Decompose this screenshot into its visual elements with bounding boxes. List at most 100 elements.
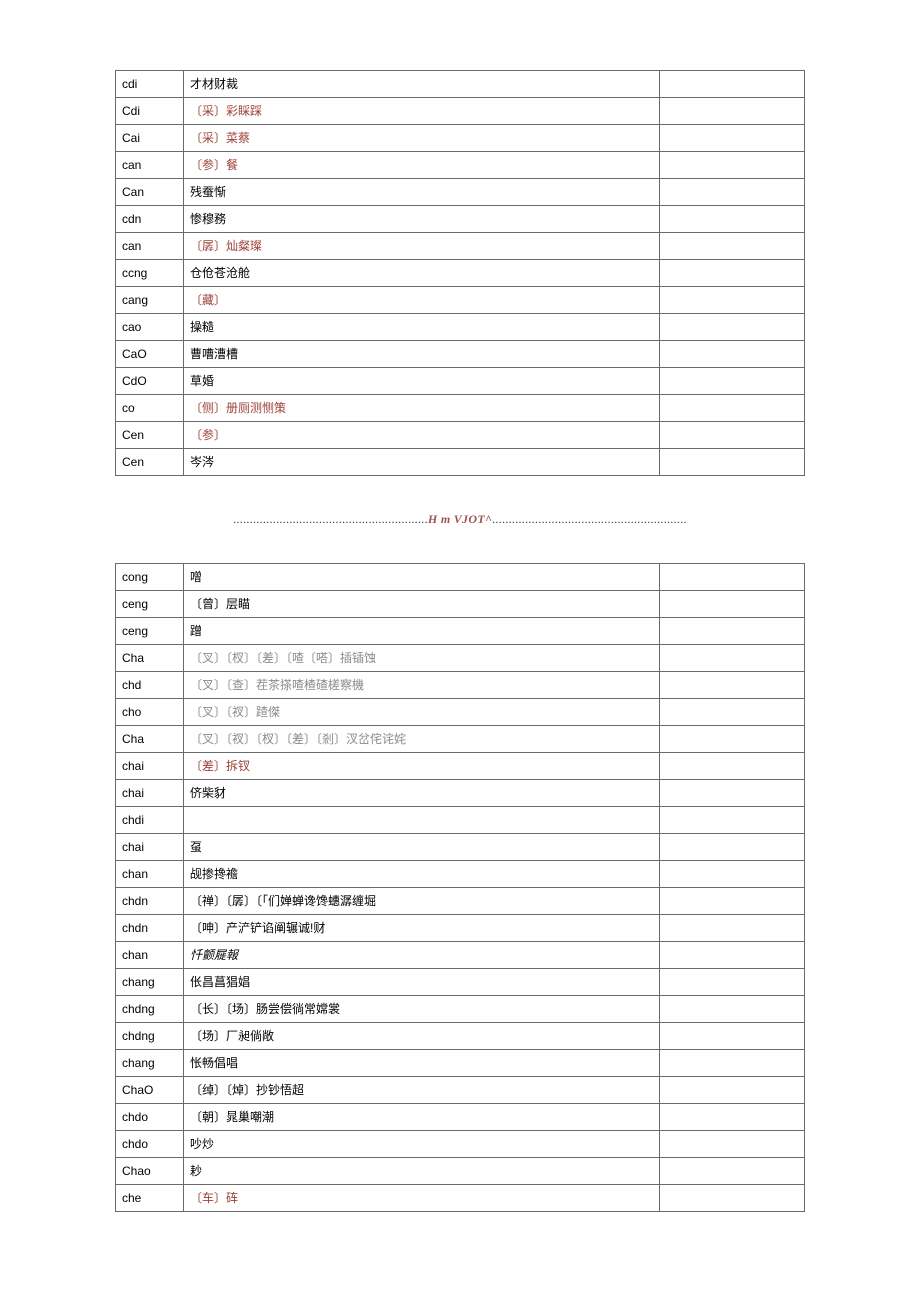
empty-cell [660,422,805,449]
hanzi-cell: 〔孱〕灿粲璨 [184,233,660,260]
empty-cell [660,98,805,125]
empty-cell [660,260,805,287]
pinyin-cell: ceng [116,618,184,645]
hanzi-cell: 〔绰〕〔焯〕抄钞悟超 [184,1077,660,1104]
table-row: chang伥昌菖猖娼 [116,969,805,996]
pinyin-cell: cang [116,287,184,314]
pinyin-cell: Cai [116,125,184,152]
hanzi-cell: 才材财裁 [184,71,660,98]
pinyin-cell: cdi [116,71,184,98]
pinyin-cell: chai [116,753,184,780]
hanzi-cell: 岑涔 [184,449,660,476]
pinyin-cell: Cdi [116,98,184,125]
empty-cell [660,726,805,753]
hanzi-cell: 〔参〕 [184,422,660,449]
pinyin-cell: Cha [116,645,184,672]
pinyin-cell: chdng [116,996,184,1023]
pinyin-cell: CaO [116,341,184,368]
empty-cell [660,152,805,179]
pinyin-cell: Can [116,179,184,206]
empty-cell [660,618,805,645]
hanzi-cell: 〔侧〕册厕测恻策 [184,395,660,422]
empty-cell [660,780,805,807]
table-row: chai虿 [116,834,805,861]
empty-cell [660,645,805,672]
hanzi-cell: 噌 [184,564,660,591]
hanzi-cell: 〔叉〕〔杈〕〔差〕〔喳〔嗒〕插锸蚀 [184,645,660,672]
pinyin-cell: cdn [116,206,184,233]
hanzi-cell: 伥昌菖猖娼 [184,969,660,996]
hanzi-cell: 忏颤屣報 [184,942,660,969]
table-row: Cai〔采〕菜蔡 [116,125,805,152]
hanzi-cell: 〔车〕砗 [184,1185,660,1212]
hanzi-cell: 〔采〕彩睬踩 [184,98,660,125]
table-row: Cdi〔采〕彩睬踩 [116,98,805,125]
table-row: ceng〔曾〕层瞄 [116,591,805,618]
empty-cell [660,314,805,341]
hanzi-cell: 残蚕惭 [184,179,660,206]
hanzi-cell: 〔叉〕〔衩〕〔杈〕〔差〕〔剎〕汊岔侘诧姹 [184,726,660,753]
empty-cell [660,672,805,699]
table-row: cao操糙 [116,314,805,341]
table-row: chdo吵炒 [116,1131,805,1158]
empty-cell [660,564,805,591]
pinyin-cell: Cen [116,422,184,449]
empty-cell [660,1158,805,1185]
empty-cell [660,591,805,618]
table-row: co〔侧〕册厕测恻策 [116,395,805,422]
empty-cell [660,1077,805,1104]
pinyin-cell: chdo [116,1131,184,1158]
pinyin-cell: che [116,1185,184,1212]
pinyin-cell: can [116,233,184,260]
hanzi-cell: 〔差〕拆钗 [184,753,660,780]
pinyin-cell: Cen [116,449,184,476]
pinyin-cell: chai [116,780,184,807]
empty-cell [660,1185,805,1212]
empty-cell [660,996,805,1023]
empty-cell [660,1050,805,1077]
table-row: chai侪柴豺 [116,780,805,807]
hanzi-cell: 吵炒 [184,1131,660,1158]
hanzi-cell: 虿 [184,834,660,861]
pinyin-cell: ccng [116,260,184,287]
empty-cell [660,1023,805,1050]
empty-cell [660,1104,805,1131]
hanzi-cell: 侪柴豺 [184,780,660,807]
table-row: Cha〔叉〕〔衩〕〔杈〕〔差〕〔剎〕汊岔侘诧姹 [116,726,805,753]
divider-dots-left: ........................................… [233,512,428,526]
table-row: chan忏颤屣報 [116,942,805,969]
pinyin-table-2: cong噌ceng〔曾〕层瞄ceng蹭Cha〔叉〕〔杈〕〔差〕〔喳〔嗒〕插锸蚀c… [115,563,805,1212]
pinyin-cell: chdo [116,1104,184,1131]
pinyin-cell: cao [116,314,184,341]
pinyin-cell: chdn [116,915,184,942]
table-row: can〔孱〕灿粲璨 [116,233,805,260]
table-row: cdi才材财裁 [116,71,805,98]
empty-cell [660,969,805,996]
table-row: cho〔叉〕〔衩〕蹅傑 [116,699,805,726]
hanzi-cell: 〔藏〕 [184,287,660,314]
empty-cell [660,395,805,422]
table-row: Cen〔参〕 [116,422,805,449]
empty-cell [660,861,805,888]
empty-cell [660,341,805,368]
hanzi-cell: 〔采〕菜蔡 [184,125,660,152]
hanzi-cell: 曹嘈漕槽 [184,341,660,368]
table-row: Cen岑涔 [116,449,805,476]
empty-cell [660,206,805,233]
hanzi-cell: 〔长〕〔场〕肠尝偿徜常嫦裳 [184,996,660,1023]
divider-dots-right: ........................................… [492,512,687,526]
empty-cell [660,368,805,395]
table-row: ccng仓伧苍沧舱 [116,260,805,287]
hanzi-cell: 觇掺搀襜 [184,861,660,888]
table-row: ChaO〔绰〕〔焯〕抄钞悟超 [116,1077,805,1104]
empty-cell [660,287,805,314]
hanzi-cell: 〔曾〕层瞄 [184,591,660,618]
section-divider: ........................................… [115,476,805,563]
table-row: chdng〔场〕厂昶倘敞 [116,1023,805,1050]
hanzi-cell: 蹭 [184,618,660,645]
table-row: chdi [116,807,805,834]
empty-cell [660,233,805,260]
table-row: Cha〔叉〕〔杈〕〔差〕〔喳〔嗒〕插锸蚀 [116,645,805,672]
pinyin-cell: can [116,152,184,179]
empty-cell [660,942,805,969]
